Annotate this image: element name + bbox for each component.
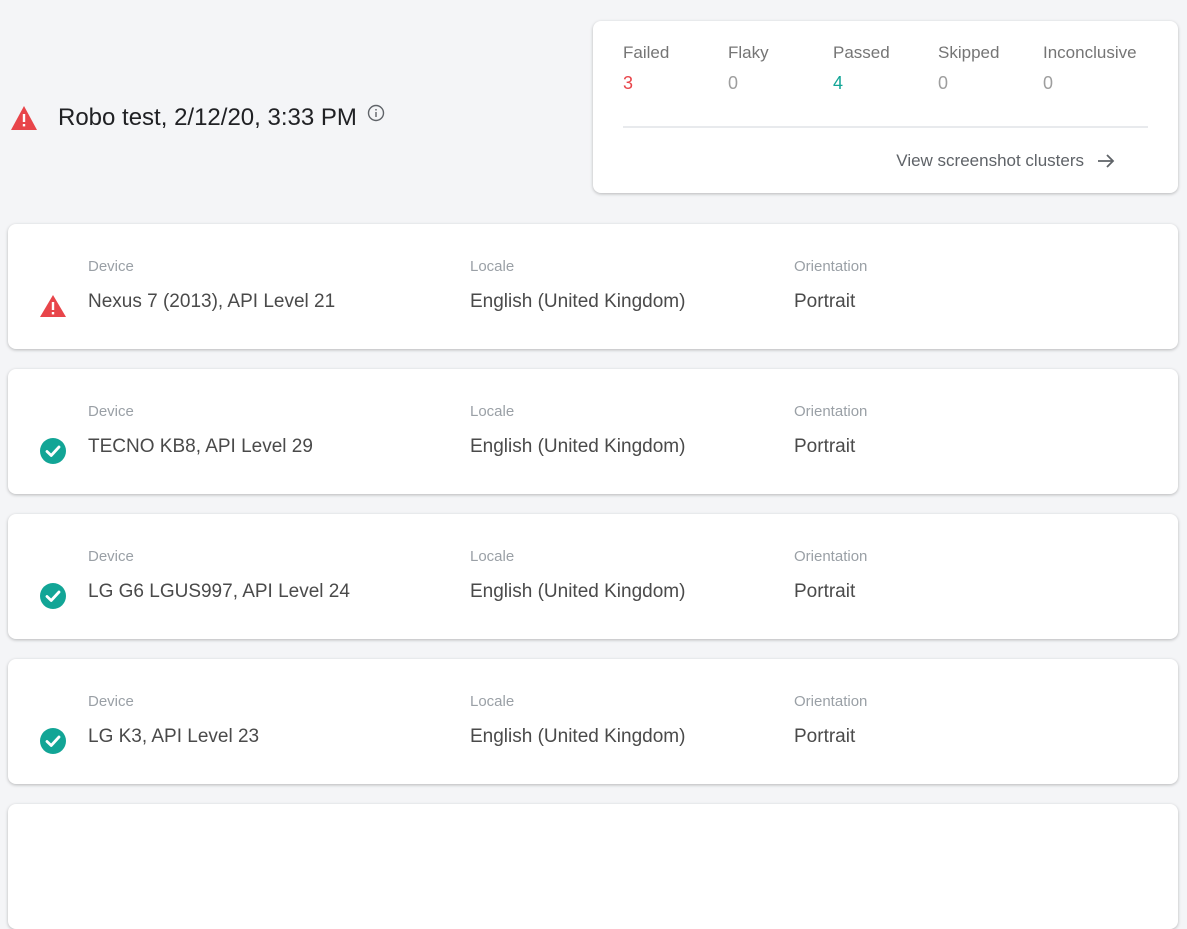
stat-label: Passed bbox=[833, 43, 890, 62]
device-row[interactable]: Device TECNO KB8, API Level 29 Locale En… bbox=[8, 369, 1178, 494]
locale-label: Locale bbox=[470, 403, 515, 420]
device-column: Device TECNO KB8, API Level 29 bbox=[88, 403, 313, 458]
locale-value: English (United Kingdom) bbox=[470, 581, 686, 602]
orientation-label: Orientation bbox=[794, 258, 868, 275]
locale-column: Locale English (United Kingdom) bbox=[470, 258, 685, 313]
device-row[interactable]: Device Nexus 7 (2013), API Level 21 Loca… bbox=[8, 224, 1178, 349]
page-title: Robo test, 2/12/20, 3:33 PM bbox=[58, 104, 357, 131]
device-value: LG G6 LGUS997, API Level 24 bbox=[88, 581, 350, 602]
check-circle-icon bbox=[40, 728, 66, 754]
orientation-label: Orientation bbox=[794, 403, 868, 420]
stat-value: 0 bbox=[938, 73, 949, 93]
locale-value: English (United Kingdom) bbox=[470, 726, 686, 747]
orientation-column: Orientation Portrait bbox=[794, 258, 867, 313]
device-value: LG K3, API Level 23 bbox=[88, 726, 260, 747]
orientation-value: Portrait bbox=[794, 436, 856, 457]
stat-value: 3 bbox=[623, 73, 634, 93]
stat-label: Skipped bbox=[938, 43, 1000, 62]
warning-triangle-icon bbox=[40, 295, 66, 317]
orientation-label: Orientation bbox=[794, 548, 868, 565]
locale-column: Locale English (United Kingdom) bbox=[470, 548, 685, 603]
orientation-column: Orientation Portrait bbox=[794, 403, 867, 458]
stat-skipped: Skipped 0 bbox=[938, 43, 1043, 94]
stat-failed: Failed 3 bbox=[623, 43, 728, 94]
arrow-right-icon bbox=[1098, 154, 1115, 168]
orientation-value: Portrait bbox=[794, 726, 856, 747]
device-label: Device bbox=[88, 548, 134, 565]
device-value: Nexus 7 (2013), API Level 21 bbox=[88, 291, 336, 312]
stats-row: Failed 3 Flaky 0 Passed 4 Skipped 0 Inco… bbox=[623, 43, 1148, 94]
locale-column: Locale English (United Kingdom) bbox=[470, 693, 685, 748]
locale-column: Locale English (United Kingdom) bbox=[470, 403, 685, 458]
device-column: Device Nexus 7 (2013), API Level 21 bbox=[88, 258, 335, 313]
device-label: Device bbox=[88, 403, 134, 420]
device-label: Device bbox=[88, 693, 134, 710]
stat-label: Flaky bbox=[728, 43, 769, 62]
warning-triangle-icon bbox=[11, 106, 37, 130]
locale-label: Locale bbox=[470, 258, 515, 275]
view-screenshot-clusters-link[interactable]: View screenshot clusters bbox=[896, 151, 1116, 171]
orientation-value: Portrait bbox=[794, 291, 856, 312]
results-summary-card: Failed 3 Flaky 0 Passed 4 Skipped 0 Inco… bbox=[593, 21, 1178, 193]
locale-value: English (United Kingdom) bbox=[470, 436, 686, 457]
device-value: TECNO KB8, API Level 29 bbox=[88, 436, 313, 457]
orientation-value: Portrait bbox=[794, 581, 856, 602]
stat-flaky: Flaky 0 bbox=[728, 43, 833, 94]
check-circle-icon bbox=[40, 438, 66, 464]
device-row[interactable]: Device LG K3, API Level 23 Locale Englis… bbox=[8, 659, 1178, 784]
summary-divider bbox=[623, 126, 1148, 128]
stat-label: Inconclusive bbox=[1043, 43, 1137, 62]
check-circle-icon bbox=[40, 583, 66, 609]
orientation-column: Orientation Portrait bbox=[794, 548, 867, 603]
orientation-column: Orientation Portrait bbox=[794, 693, 867, 748]
locale-value: English (United Kingdom) bbox=[470, 291, 686, 312]
device-column: Device LG K3, API Level 23 bbox=[88, 693, 259, 748]
test-header: Robo test, 2/12/20, 3:33 PM bbox=[10, 104, 385, 132]
orientation-label: Orientation bbox=[794, 693, 868, 710]
locale-label: Locale bbox=[470, 548, 515, 565]
stat-value: 4 bbox=[833, 73, 844, 93]
stat-inconclusive: Inconclusive 0 bbox=[1043, 43, 1148, 94]
stat-label: Failed bbox=[623, 43, 670, 62]
clusters-link-label: View screenshot clusters bbox=[896, 151, 1084, 170]
device-row[interactable]: Device LG G6 LGUS997, API Level 24 Local… bbox=[8, 514, 1178, 639]
device-label: Device bbox=[88, 258, 134, 275]
stat-passed: Passed 4 bbox=[833, 43, 938, 94]
info-icon[interactable] bbox=[367, 104, 385, 122]
device-column: Device LG G6 LGUS997, API Level 24 bbox=[88, 548, 350, 603]
device-row-partial[interactable] bbox=[8, 804, 1178, 929]
stat-value: 0 bbox=[728, 73, 739, 93]
stat-value: 0 bbox=[1043, 73, 1054, 93]
locale-label: Locale bbox=[470, 693, 515, 710]
